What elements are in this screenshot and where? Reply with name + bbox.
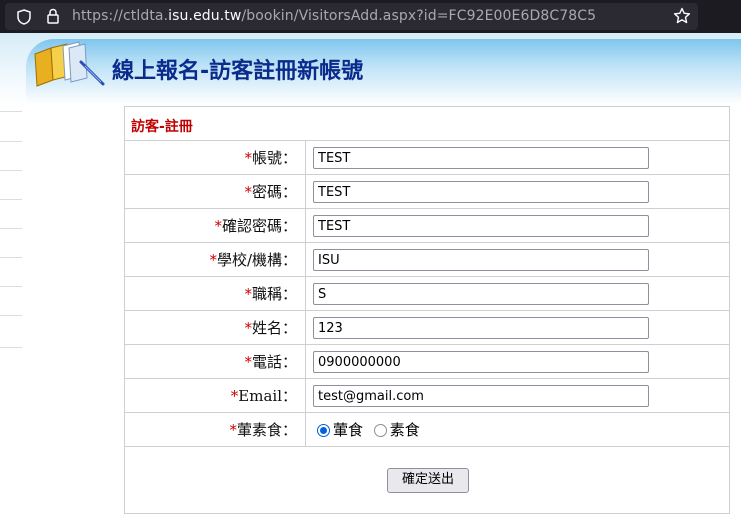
- books-logo-icon: [34, 41, 105, 87]
- bookmark-star-icon[interactable]: [673, 7, 691, 25]
- form-row-diet: *葷素食： 葷食 素食: [125, 413, 729, 447]
- field-label: *Email：: [125, 379, 306, 412]
- diet-option-vegetarian-label[interactable]: 素食: [390, 421, 420, 439]
- submit-button[interactable]: 確定送出: [387, 468, 469, 493]
- form-row-job-title: *職稱：: [125, 277, 729, 311]
- shield-icon[interactable]: [17, 9, 31, 25]
- form-row-email: *Email：: [125, 379, 729, 413]
- form-row-password: *密碼：: [125, 175, 729, 209]
- field-label: *帳號：: [125, 141, 306, 174]
- url-text[interactable]: https://ctldta.isu.edu.tw/bookin/Visitor…: [72, 8, 596, 24]
- name-input[interactable]: [313, 317, 649, 339]
- field-label: *電話：: [125, 345, 306, 378]
- menu-divider: [0, 170, 22, 171]
- required-mark: *: [244, 149, 252, 167]
- diet-option-meat[interactable]: 葷食: [317, 421, 363, 439]
- menu-divider: [0, 257, 22, 258]
- radio-unchecked-icon[interactable]: [373, 424, 387, 437]
- required-mark: *: [244, 285, 252, 303]
- diet-option-meat-label[interactable]: 葷食: [333, 421, 363, 439]
- form-row-confirm-password: *確認密碼：: [125, 209, 729, 243]
- password-input[interactable]: [313, 181, 649, 203]
- email-input[interactable]: [313, 385, 649, 407]
- diet-radio-group: 葷食 素食: [317, 413, 420, 446]
- form-header: 訪客-註冊: [125, 107, 729, 141]
- field-label: *確認密碼：: [125, 209, 306, 242]
- diet-option-vegetarian[interactable]: 素食: [373, 421, 420, 439]
- form-row-organization: *學校/機構：: [125, 243, 729, 277]
- menu-divider: [0, 315, 22, 316]
- organization-input[interactable]: [313, 249, 649, 271]
- field-label: *職稱：: [125, 277, 306, 310]
- browser-toolbar: https://ctldta.isu.edu.tw/bookin/Visitor…: [0, 0, 741, 33]
- form-header-text: 訪客-註冊: [131, 119, 193, 135]
- phone-label: 電話：: [251, 353, 297, 371]
- confirm-password-label: 確認密碼：: [221, 217, 297, 235]
- required-mark: *: [214, 217, 222, 235]
- radio-checked-icon[interactable]: [317, 424, 330, 437]
- menu-divider: [0, 228, 22, 229]
- required-mark: *: [244, 319, 252, 337]
- job-title-label: 職稱：: [251, 285, 297, 303]
- phone-input[interactable]: [313, 351, 649, 373]
- field-label: *密碼：: [125, 175, 306, 208]
- menu-divider: [0, 199, 22, 200]
- field-label: *學校/機構：: [125, 243, 306, 276]
- field-label: *葷素食：: [125, 413, 306, 446]
- form-footer: 確定送出: [125, 447, 729, 513]
- diet-label: 葷素食：: [236, 421, 297, 439]
- menu-divider: [0, 141, 22, 142]
- account-input[interactable]: [313, 147, 649, 169]
- form-row-name: *姓名：: [125, 311, 729, 345]
- job-title-input[interactable]: [313, 283, 649, 305]
- form-row-account: *帳號：: [125, 141, 729, 175]
- required-mark: *: [244, 353, 252, 371]
- form-row-phone: *電話：: [125, 345, 729, 379]
- menu-divider: [0, 347, 22, 348]
- registration-form: 訪客-註冊 *帳號： *密碼： *確認密碼： *學校/機構： *職稱： *姓名：…: [124, 106, 730, 514]
- required-mark: *: [229, 421, 237, 439]
- url-domain: isu.edu.tw: [168, 8, 242, 24]
- page-title: 線上報名-訪客註冊新帳號: [112, 59, 364, 84]
- menu-divider: [0, 286, 22, 287]
- lock-icon[interactable]: [46, 8, 60, 24]
- name-label: 姓名：: [251, 319, 297, 337]
- field-label: *姓名：: [125, 311, 306, 344]
- email-label: Email：: [238, 387, 297, 405]
- url-prefix: https://ctldta.: [72, 8, 169, 24]
- password-label: 密碼：: [251, 183, 297, 201]
- organization-label: 學校/機構：: [216, 251, 297, 269]
- required-mark: *: [244, 183, 252, 201]
- left-menu-strip: [0, 33, 22, 522]
- account-label: 帳號：: [251, 149, 297, 167]
- menu-divider: [0, 111, 22, 112]
- url-path: /bookin/VisitorsAdd.aspx?id=FC92E00E6D8C…: [241, 8, 597, 24]
- confirm-password-input[interactable]: [313, 215, 649, 237]
- required-mark: *: [209, 251, 217, 269]
